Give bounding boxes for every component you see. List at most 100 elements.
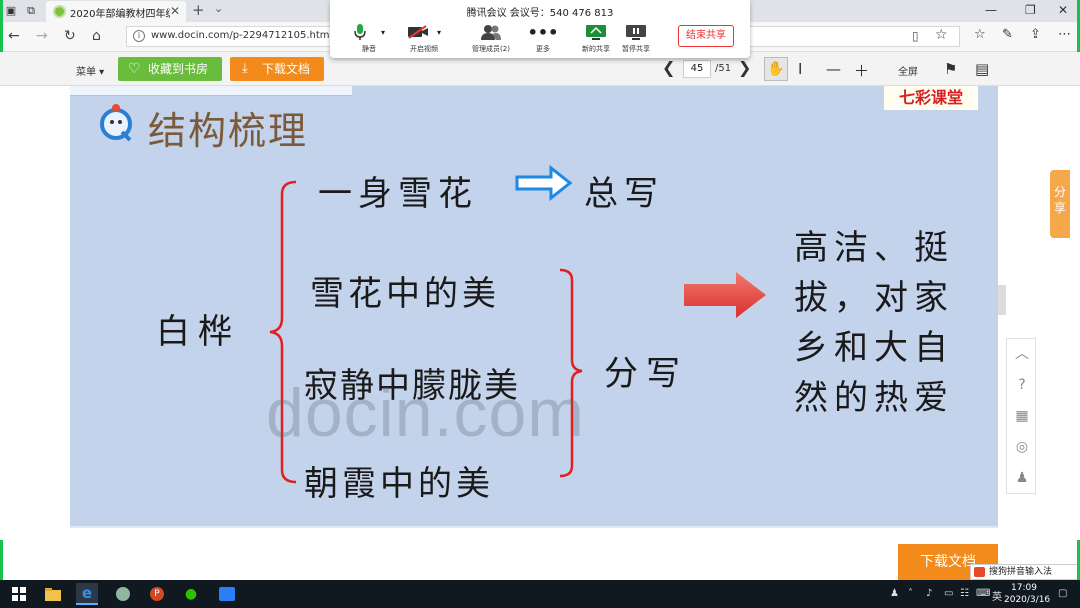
- share-icon[interactable]: ⇪: [1030, 27, 1041, 42]
- maximize-icon[interactable]: ❐: [1025, 3, 1036, 17]
- info-icon[interactable]: i: [133, 30, 145, 42]
- wechat-taskbar-icon[interactable]: ●: [180, 583, 202, 605]
- edge-icon[interactable]: e: [76, 583, 98, 605]
- input-method-bar[interactable]: 搜狗拼音输入法: [970, 564, 1080, 580]
- keyboard-icon[interactable]: ⌨: [976, 588, 990, 599]
- url-field[interactable]: i www.docin.com/p-2294712105.html: [126, 26, 336, 47]
- fullscreen-button[interactable]: 全屏: [898, 63, 918, 78]
- clock-time: 17:09: [1011, 583, 1037, 593]
- tab-title: 2020年部编教材四年级下: [70, 9, 170, 20]
- refresh-icon[interactable]: ↻: [64, 28, 76, 44]
- close-window-icon[interactable]: ✕: [1058, 3, 1068, 17]
- battery-icon[interactable]: ▭: [944, 588, 953, 599]
- meeting-control-bar: 腾讯会议 会议号：540 476 813 ▾ 静音 ▾ 开启视频 管理成员(2)…: [330, 0, 750, 58]
- add-to-library-label: 收藏到书房: [148, 62, 209, 76]
- members-label: 管理成员(2): [472, 45, 510, 53]
- add-to-library-button[interactable]: ♡ 收藏到书房: [118, 57, 222, 81]
- pause-share-button[interactable]: 暂停共享: [611, 22, 661, 54]
- total-pages: /51: [715, 63, 732, 74]
- conclusion-line-4: 然的热爱: [794, 378, 954, 418]
- members-icon: [481, 25, 501, 40]
- volume-icon[interactable]: ♪: [926, 588, 932, 599]
- wechat-icon[interactable]: ◎: [1007, 432, 1037, 462]
- qq-icon[interactable]: ♟: [1007, 463, 1037, 493]
- root-text: 白桦: [156, 312, 240, 352]
- next-page-icon[interactable]: ❯: [738, 58, 751, 77]
- new-share-icon: [586, 25, 606, 40]
- sogou-icon: [974, 567, 985, 577]
- app-icon[interactable]: [112, 583, 134, 605]
- more-dots-icon: •••: [527, 22, 559, 42]
- top-result-text: 总写: [584, 174, 664, 214]
- ime-label: 搜狗拼音输入法: [989, 567, 1053, 577]
- url-text: www.docin.com/p-2294712105.html: [151, 30, 333, 41]
- tray-chevron-icon[interactable]: ˄: [908, 588, 913, 599]
- start-icon[interactable]: [8, 583, 30, 605]
- sub-item-3: 朝霞中的美: [304, 464, 494, 504]
- tab-actions-icon[interactable]: ▣: [4, 4, 18, 17]
- text-select-icon[interactable]: I: [798, 60, 802, 78]
- home-icon[interactable]: ⌂: [92, 28, 101, 44]
- microphone-icon: [354, 24, 366, 40]
- pause-share-icon: [626, 25, 646, 40]
- side-tools: ︿ ? ▦ ◎ ♟: [1006, 338, 1036, 494]
- tray-person-icon[interactable]: ♟: [890, 588, 899, 599]
- end-share-button[interactable]: 结束共享: [678, 25, 734, 47]
- menu-button[interactable]: 菜单 ▾: [76, 63, 104, 78]
- tencent-meeting-icon[interactable]: [216, 583, 238, 605]
- conclusion-line-2: 拔，对家: [794, 278, 954, 318]
- bookmark-icon[interactable]: ⚑: [944, 60, 957, 78]
- favorites-hub-icon[interactable]: ☆: [974, 27, 986, 42]
- share-border-marker: [0, 0, 3, 52]
- powerpoint-icon[interactable]: P: [146, 583, 168, 605]
- scroll-top-icon[interactable]: ︿: [1007, 339, 1037, 369]
- back-icon[interactable]: ←: [8, 28, 20, 44]
- red-arrow: [684, 272, 766, 318]
- hand-tool-icon[interactable]: ✋: [764, 57, 788, 81]
- help-icon[interactable]: ?: [1007, 370, 1037, 400]
- notification-icon[interactable]: ▢: [1058, 588, 1067, 599]
- mute-button[interactable]: ▾ 静音: [344, 22, 394, 54]
- download-icon: ⤓: [242, 61, 248, 76]
- file-explorer-icon[interactable]: [42, 583, 64, 605]
- download-button[interactable]: ⤓ 下载文档: [230, 57, 324, 81]
- conclusion-line-1: 高洁、挺: [794, 228, 954, 268]
- tab-list-chevron-icon[interactable]: ⌄: [214, 2, 223, 15]
- sub-item-1: 雪花中的美: [310, 274, 500, 314]
- video-button[interactable]: ▾ 开启视频: [399, 22, 449, 54]
- mute-label: 静音: [362, 45, 376, 53]
- minimize-icon[interactable]: —: [985, 3, 997, 17]
- more-button[interactable]: ••• 更多: [518, 22, 568, 54]
- network-icon[interactable]: ☷: [960, 588, 969, 599]
- tab-preview-icon[interactable]: ⧉: [24, 4, 38, 17]
- reading-view-icon[interactable]: ▯: [912, 29, 919, 43]
- browser-tab[interactable]: 2020年部编教材四年级下 ✕: [46, 1, 186, 22]
- qr-code-icon[interactable]: ▦: [1007, 401, 1037, 431]
- previous-page-icon[interactable]: ❮: [662, 58, 675, 77]
- url-field-right[interactable]: [748, 26, 960, 47]
- download-label: 下载文档: [262, 62, 311, 76]
- next-slide-edge: [70, 526, 998, 528]
- meeting-title: 腾讯会议 会议号：540 476 813: [466, 8, 614, 19]
- share-border-marker: [0, 540, 3, 580]
- clock[interactable]: 17:09 2020/3/16: [1004, 582, 1050, 606]
- zoom-in-icon[interactable]: ＋: [854, 60, 869, 81]
- slide: 结构梳理 七彩课堂 一身雪花 总写 白桦 雪花中的美 寂静中朦胧美 朝霞中的美 …: [70, 86, 998, 528]
- ime-mode-icon[interactable]: 英: [992, 588, 1002, 603]
- favicon-icon: [53, 5, 66, 18]
- video-label: 开启视频: [410, 45, 438, 53]
- comment-icon[interactable]: ▤: [975, 60, 989, 78]
- manage-members-button[interactable]: 管理成员(2): [466, 22, 516, 54]
- sub-result-text: 分写: [604, 354, 688, 394]
- pause-share-label: 暂停共享: [622, 45, 650, 53]
- zoom-out-icon[interactable]: —: [826, 60, 841, 78]
- pen-icon[interactable]: ✎: [1002, 27, 1013, 42]
- page-side-handle[interactable]: [998, 285, 1006, 315]
- forward-icon[interactable]: →: [36, 28, 48, 44]
- page-number-input[interactable]: 45: [683, 60, 711, 78]
- share-tab[interactable]: 分享: [1050, 170, 1070, 238]
- more-icon[interactable]: ⋯: [1058, 27, 1071, 42]
- tab-close-icon[interactable]: ✕: [170, 4, 180, 18]
- favorite-star-icon[interactable]: ☆: [935, 27, 948, 43]
- new-tab-icon[interactable]: +: [192, 1, 205, 19]
